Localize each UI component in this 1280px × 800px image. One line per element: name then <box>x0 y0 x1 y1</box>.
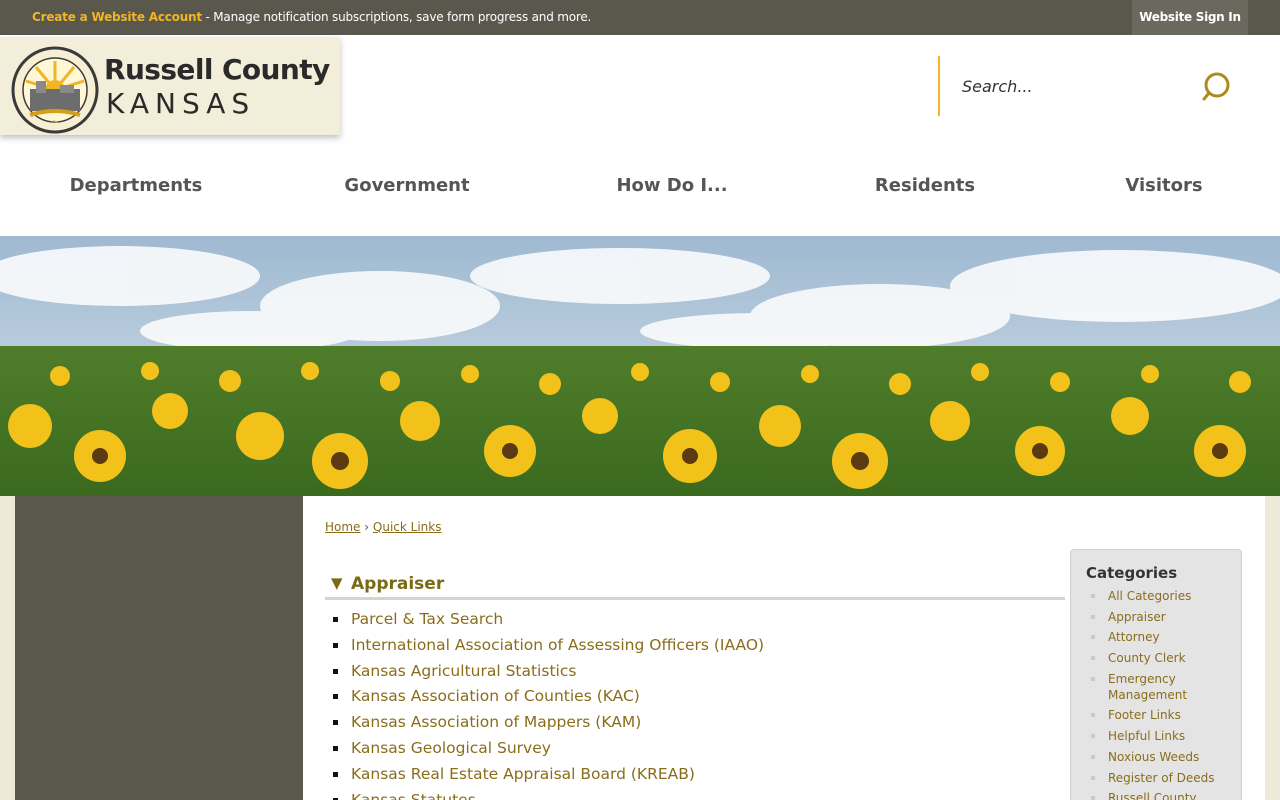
left-sidebar <box>15 496 303 800</box>
section-header-appraiser[interactable]: ▼ Appraiser <box>325 574 1065 600</box>
nav-government[interactable]: Government <box>344 175 469 196</box>
state-name: KANSAS <box>106 87 256 120</box>
category-item[interactable]: Attorney <box>1089 629 1237 645</box>
category-item[interactable]: Appraiser <box>1089 609 1237 625</box>
nav-visitors[interactable]: Visitors <box>1125 175 1202 196</box>
categories-panel: Categories All Categories Appraiser Atto… <box>1070 549 1242 800</box>
quick-link[interactable]: Kansas Statutes <box>329 791 764 800</box>
quick-link[interactable]: Kansas Real Estate Appraisal Board (KREA… <box>329 765 764 791</box>
sunflower-banner <box>0 236 1280 496</box>
quick-links-list: Parcel & Tax Search International Associ… <box>329 610 764 800</box>
category-item[interactable]: Noxious Weeds <box>1089 749 1237 765</box>
quick-link[interactable]: Kansas Association of Counties (KAC) <box>329 687 764 713</box>
search-icon[interactable] <box>1202 70 1236 104</box>
category-item[interactable]: Footer Links <box>1089 707 1237 723</box>
account-message-text: - Manage notification subscriptions, sav… <box>201 10 592 24</box>
county-name: Russell County <box>104 53 330 86</box>
breadcrumb-home[interactable]: Home <box>325 520 360 534</box>
nav-residents[interactable]: Residents <box>875 175 975 196</box>
account-message: Create a Website Account - Manage notifi… <box>32 10 591 24</box>
site-logo[interactable]: ~ Russell County KANSAS <box>0 37 340 135</box>
website-sign-in-button[interactable]: Website Sign In <box>1132 0 1248 35</box>
category-item[interactable]: Register of Deeds <box>1089 770 1237 786</box>
svg-text:~: ~ <box>50 115 59 128</box>
category-item[interactable]: Emergency Management <box>1089 671 1237 703</box>
create-account-link[interactable]: Create a Website Account <box>32 10 202 24</box>
main-content: Home › Quick Links ▼ Appraiser Parcel & … <box>303 496 1265 800</box>
quick-link[interactable]: Parcel & Tax Search <box>329 610 764 636</box>
quick-link[interactable]: Kansas Geological Survey <box>329 739 764 765</box>
quick-link[interactable]: Kansas Association of Mappers (KAM) <box>329 713 764 739</box>
breadcrumb-quick-links[interactable]: Quick Links <box>373 520 442 534</box>
category-item[interactable]: Helpful Links <box>1089 728 1237 744</box>
category-item[interactable]: All Categories <box>1089 588 1237 604</box>
collapse-arrow-icon[interactable]: ▼ <box>331 574 343 592</box>
category-item[interactable]: Russell County <box>1089 790 1237 800</box>
site-header: ~ Russell County KANSAS Departments Gove… <box>0 35 1280 236</box>
categories-title: Categories <box>1086 564 1178 582</box>
category-item[interactable]: County Clerk <box>1089 650 1237 666</box>
top-bar: Create a Website Account - Manage notifi… <box>0 0 1280 35</box>
quick-link[interactable]: International Association of Assessing O… <box>329 636 764 662</box>
section-title: Appraiser <box>351 574 445 594</box>
sunflower-field-image <box>0 236 1280 496</box>
categories-list: All Categories Appraiser Attorney County… <box>1089 588 1237 800</box>
quick-link[interactable]: Kansas Agricultural Statistics <box>329 662 764 688</box>
main-nav: Departments Government How Do I... Resid… <box>0 165 1280 209</box>
nav-how-do-i[interactable]: How Do I... <box>616 175 727 196</box>
county-seal-icon: ~ <box>11 46 99 134</box>
breadcrumb-separator: › <box>364 520 370 534</box>
nav-departments[interactable]: Departments <box>70 175 203 196</box>
search-input[interactable] <box>962 72 1192 100</box>
breadcrumb: Home › Quick Links <box>325 520 441 534</box>
search-box <box>938 56 1248 116</box>
